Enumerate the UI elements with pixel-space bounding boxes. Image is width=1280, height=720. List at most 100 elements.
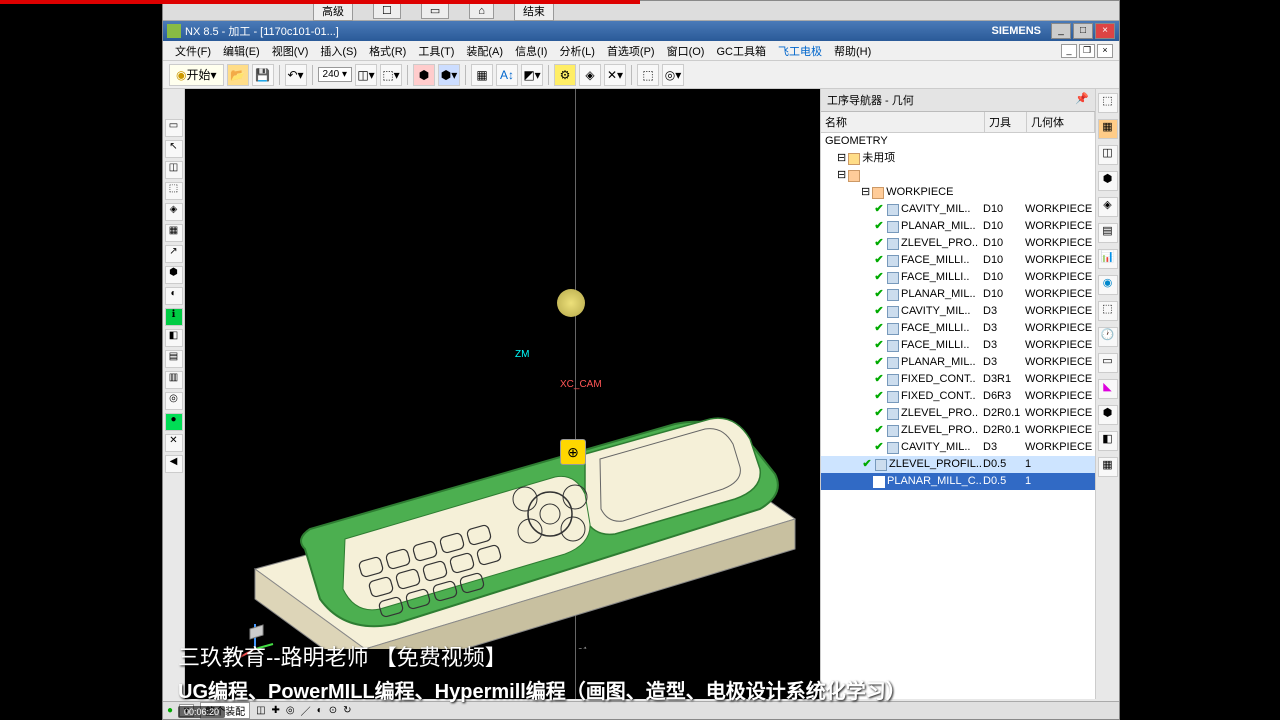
sb-btn-4[interactable]: ／ xyxy=(301,703,311,718)
ltb-13[interactable]: ▥ xyxy=(165,371,183,389)
ltb-5[interactable]: ◈ xyxy=(165,203,183,221)
sec-btn-doc[interactable]: ▭ xyxy=(421,2,449,19)
menu-help[interactable]: 帮助(H) xyxy=(828,41,877,61)
ltb-3[interactable]: ◫ xyxy=(165,161,183,179)
open-button[interactable]: 📂 xyxy=(227,64,249,86)
ltb-8[interactable]: ⬢ xyxy=(165,266,183,284)
tb-btn-7[interactable]: ⬚ xyxy=(637,64,659,86)
sb-btn-3[interactable]: ◎ xyxy=(286,705,295,716)
sb-btn-5[interactable]: ◐ xyxy=(317,705,323,716)
menu-format[interactable]: 格式(R) xyxy=(363,41,412,61)
rtb-navigator[interactable]: ⬚ xyxy=(1098,93,1118,113)
create-tool-button[interactable]: ⬢▾ xyxy=(438,64,460,86)
rtb-3[interactable]: ◫ xyxy=(1098,145,1118,165)
ltb-10[interactable]: ℹ xyxy=(165,308,183,326)
tb-btn-8[interactable]: ◎▾ xyxy=(662,64,684,86)
ltb-14[interactable]: ◎ xyxy=(165,392,183,410)
rtb-6[interactable]: ▤ xyxy=(1098,223,1118,243)
ltb-2[interactable]: ↖ xyxy=(165,140,183,158)
ltb-9[interactable]: ◐ xyxy=(165,287,183,305)
sb-btn-6[interactable]: ⊙ xyxy=(329,705,337,716)
save-button[interactable]: 💾 xyxy=(252,64,274,86)
tree-op[interactable]: ✔ FACE_MILLI..D3WORKPIECE xyxy=(821,337,1095,354)
menu-view[interactable]: 视图(V) xyxy=(266,41,315,61)
rtb-5[interactable]: ◈ xyxy=(1098,197,1118,217)
pin-icon[interactable]: 📌 xyxy=(1075,92,1089,108)
ltb-6[interactable]: ▦ xyxy=(165,224,183,242)
tb-btn-4[interactable]: A↕ xyxy=(496,64,518,86)
sb-btn-7[interactable]: ↻ xyxy=(343,705,351,716)
menu-tools[interactable]: 工具(T) xyxy=(412,41,460,61)
sec-btn-box[interactable]: ☐ xyxy=(373,2,401,19)
ltb-12[interactable]: ▤ xyxy=(165,350,183,368)
doc-restore[interactable]: ❐ xyxy=(1079,44,1095,58)
rtb-12[interactable]: ◣ xyxy=(1098,379,1118,399)
tree-op[interactable]: ✔ ZLEVEL_PRO..D2R0.1WORKPIECE xyxy=(821,405,1095,422)
menu-electrode[interactable]: 飞工电极 xyxy=(772,41,828,61)
ltb-1[interactable]: ▭ xyxy=(165,119,183,137)
zoom-combo[interactable]: 240 ▾ xyxy=(318,67,353,82)
tb-btn-5[interactable]: ◩▾ xyxy=(521,64,543,86)
menu-insert[interactable]: 插入(S) xyxy=(314,41,363,61)
tree-op[interactable]: ✔ FACE_MILLI..D10WORKPIECE xyxy=(821,269,1095,286)
rtb-4[interactable]: ⬢ xyxy=(1098,171,1118,191)
maximize-button[interactable]: □ xyxy=(1073,23,1093,39)
doc-minimize[interactable]: _ xyxy=(1061,44,1077,58)
col-geom[interactable]: 几何体 xyxy=(1027,112,1095,132)
sb-btn-2[interactable]: ✚ xyxy=(272,705,280,716)
rtb-history-icon[interactable]: 🕐 xyxy=(1098,327,1118,347)
tree-op[interactable]: ✔ PLANAR_MIL..D10WORKPIECE xyxy=(821,218,1095,235)
minimize-button[interactable]: _ xyxy=(1051,23,1071,39)
menu-info[interactable]: 信息(I) xyxy=(509,41,553,61)
sec-btn-home[interactable]: ⌂ xyxy=(469,3,494,19)
rtb-2[interactable]: ▦ xyxy=(1098,119,1118,139)
ltb-7[interactable]: ↗ xyxy=(165,245,183,263)
close-button[interactable]: × xyxy=(1095,23,1115,39)
verify-button[interactable]: ◈ xyxy=(579,64,601,86)
create-program-button[interactable]: ⬢ xyxy=(413,64,435,86)
rtb-9[interactable]: ⬚ xyxy=(1098,301,1118,321)
tree-workpiece[interactable]: ⊟ WORKPIECE xyxy=(821,184,1095,201)
tb-btn-3[interactable]: ▦ xyxy=(471,64,493,86)
3d-viewport[interactable]: 1170-c101-001 ZM XC_CAM ⊕ xyxy=(185,89,820,699)
ltb-16[interactable]: ✕ xyxy=(165,434,183,452)
rtb-7[interactable]: 📊 xyxy=(1098,249,1118,269)
ltb-4[interactable]: ⬚ xyxy=(165,182,183,200)
tree-op[interactable]: ✔ FIXED_CONT..D3R1WORKPIECE xyxy=(821,371,1095,388)
nav-tree[interactable]: GEOMETRY ⊟ 未用项 ⊟ ⊟ WORKPIECE ✔ CAVITY_MI… xyxy=(821,133,1095,699)
start-button[interactable]: ◉ 开始 ▾ xyxy=(169,64,224,86)
tree-op[interactable]: ✔ FACE_MILLI..D3WORKPIECE xyxy=(821,320,1095,337)
menu-assembly[interactable]: 装配(A) xyxy=(460,41,509,61)
tree-op[interactable]: ✔ CAVITY_MIL..D10WORKPIECE xyxy=(821,201,1095,218)
tree-op-zlevel-sel[interactable]: ✔ ZLEVEL_PROFIL.. D0.51 xyxy=(821,456,1095,473)
menu-prefs[interactable]: 首选项(P) xyxy=(601,41,661,61)
tb-btn-2[interactable]: ⬚▾ xyxy=(380,64,402,86)
tb-btn-1[interactable]: ◫▾ xyxy=(355,64,377,86)
menu-file[interactable]: 文件(F) xyxy=(169,41,217,61)
col-name[interactable]: 名称 xyxy=(821,112,985,132)
tree-root[interactable]: GEOMETRY xyxy=(821,133,1095,150)
tree-op[interactable]: ✔ FACE_MILLI..D10WORKPIECE xyxy=(821,252,1095,269)
tree-op[interactable]: ✔ CAVITY_MIL..D3WORKPIECE xyxy=(821,439,1095,456)
tree-op[interactable]: ✔ ZLEVEL_PRO..D2R0.1WORKPIECE xyxy=(821,422,1095,439)
col-tool[interactable]: 刀具 xyxy=(985,112,1027,132)
menu-analysis[interactable]: 分析(L) xyxy=(553,41,600,61)
generate-button[interactable]: ⚙ xyxy=(554,64,576,86)
tree-op[interactable]: ✔ PLANAR_MIL..D10WORKPIECE xyxy=(821,286,1095,303)
tree-mcs[interactable]: ⊟ xyxy=(821,167,1095,184)
tree-unused[interactable]: ⊟ 未用项 xyxy=(821,150,1095,167)
tree-op-selected[interactable]: PLANAR_MILL_C.. D0.51 xyxy=(821,473,1095,490)
rtb-13[interactable]: ⬢ xyxy=(1098,405,1118,425)
undo-button[interactable]: ↶▾ xyxy=(285,64,307,86)
tree-op[interactable]: ✔ PLANAR_MIL..D3WORKPIECE xyxy=(821,354,1095,371)
doc-close[interactable]: × xyxy=(1097,44,1113,58)
menu-gc[interactable]: GC工具箱 xyxy=(710,41,772,61)
menu-window[interactable]: 窗口(O) xyxy=(661,41,711,61)
tree-op[interactable]: ✔ CAVITY_MIL..D3WORKPIECE xyxy=(821,303,1095,320)
sb-btn-1[interactable]: ◫ xyxy=(256,705,265,716)
tb-btn-6[interactable]: ✕▾ xyxy=(604,64,626,86)
rtb-15[interactable]: ▦ xyxy=(1098,457,1118,477)
menu-edit[interactable]: 编辑(E) xyxy=(217,41,266,61)
rtb-rss-icon[interactable]: ◉ xyxy=(1098,275,1118,295)
tree-op[interactable]: ✔ ZLEVEL_PRO..D10WORKPIECE xyxy=(821,235,1095,252)
